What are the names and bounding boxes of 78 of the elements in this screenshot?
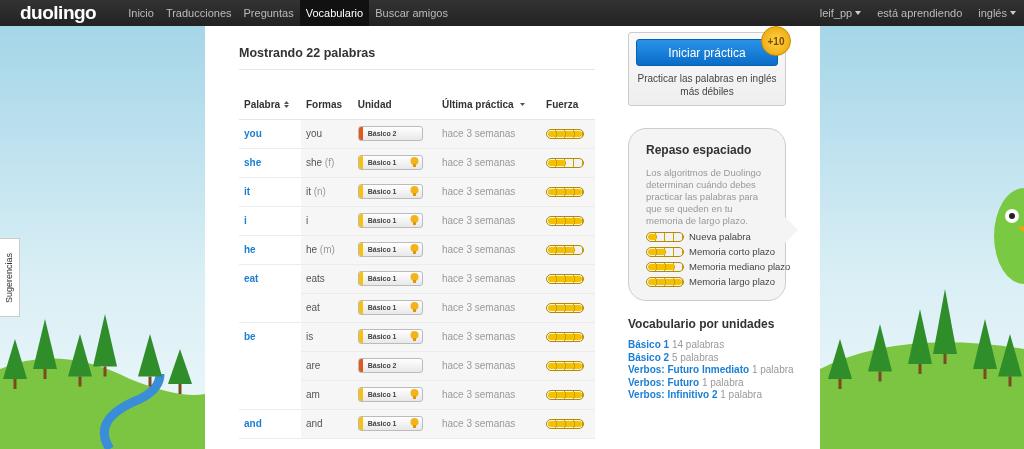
trophy-icon <box>409 156 419 168</box>
legend-label: Nueva palabra <box>689 231 751 242</box>
trophy-icon <box>409 388 419 400</box>
language-menu[interactable]: inglés <box>970 0 1024 26</box>
sort-descending-icon[interactable] <box>519 102 525 106</box>
word-form: eats <box>305 273 325 284</box>
trophy-icon <box>409 214 419 226</box>
column-header[interactable]: Fuerza <box>546 98 579 110</box>
word-link[interactable]: i <box>244 214 247 226</box>
unit-link[interactable]: Verbos: Futuro <box>628 376 700 388</box>
word-form: eat <box>305 302 320 313</box>
word-form: am <box>305 389 320 400</box>
legend-label: Memoria corto plazo <box>689 246 776 257</box>
word-link[interactable]: be <box>244 330 256 342</box>
word-form: she (f) <box>305 157 335 168</box>
logo[interactable]: duolingo <box>0 0 123 26</box>
caret-icon <box>1010 11 1016 15</box>
unit-link[interactable]: Básico 1 <box>628 339 670 350</box>
word-form: i <box>305 215 309 226</box>
review-text: Los algoritmos de Duolingo determinan cuándo debes practicar las palabras para que se queden en tu memoria de largo plazo. <box>646 167 763 227</box>
unit-link[interactable]: Verbos: Futuro Inmediato <box>628 364 750 375</box>
last-practice: hace 3 semanas <box>441 244 516 255</box>
word-form: you <box>305 128 323 139</box>
last-practice: hace 3 semanas <box>441 302 516 313</box>
nav-link[interactable]: Buscar amigos <box>369 0 454 26</box>
last-practice: hace 3 semanas <box>441 215 516 226</box>
trophy-icon <box>409 185 419 197</box>
trophy-icon <box>409 243 419 255</box>
word-link[interactable]: she <box>244 156 262 168</box>
trophy-icon <box>409 272 419 284</box>
last-practice: hace 3 semanas <box>441 389 516 400</box>
column-header[interactable]: Unidad <box>357 98 392 110</box>
nav-link[interactable]: Inicio <box>122 0 160 26</box>
caret-icon <box>855 11 862 15</box>
word-form: and <box>305 418 323 429</box>
last-practice: hace 3 semanas <box>441 128 516 139</box>
legend-label: Memoria largo plazo <box>689 276 776 287</box>
sort-icon[interactable] <box>284 100 290 108</box>
legend-label: Memoria mediano plazo <box>689 261 791 272</box>
bonus-badge: +10 <box>761 26 791 56</box>
word-count: 1 palabra <box>751 364 794 375</box>
word-link[interactable]: eat <box>244 272 259 284</box>
last-practice: hace 3 semanas <box>441 331 516 342</box>
last-practice: hace 3 semanas <box>441 186 516 197</box>
word-link[interactable]: it <box>244 185 251 197</box>
word-form: is <box>305 331 314 342</box>
word-form: are <box>305 360 321 371</box>
column-header[interactable]: Formas <box>305 98 343 110</box>
word-count: 1 palabra <box>701 376 744 388</box>
practice-caption: Practicar las palabras en inglés más débiles <box>636 72 778 98</box>
suggestions-tab[interactable]: Sugerencias <box>0 238 20 317</box>
word-link[interactable]: he <box>244 243 256 255</box>
results-heading: Mostrando 22 palabras <box>239 46 595 70</box>
units-title: Vocabulario por unidades <box>628 317 776 331</box>
trophy-icon <box>409 330 419 342</box>
learning-label: está aprendiendo <box>876 6 964 21</box>
column-header[interactable]: Última práctica <box>441 98 525 110</box>
unit-link[interactable]: Verbos: Infinitivo 2 <box>628 389 718 400</box>
word-form: he (m) <box>305 244 335 255</box>
word-link[interactable]: and <box>244 417 262 429</box>
last-practice: hace 3 semanas <box>441 360 516 371</box>
nav-link[interactable]: Traducciones <box>159 0 238 26</box>
word-count: 14 palabras <box>671 339 725 350</box>
user-menu[interactable]: leif_pp <box>811 0 870 26</box>
review-title: Repaso espaciado <box>646 143 753 157</box>
last-practice: hace 3 semanas <box>441 157 516 168</box>
nav-link[interactable]: Vocabulario <box>299 0 370 26</box>
trophy-icon <box>409 301 419 313</box>
nav-link[interactable]: Preguntas <box>237 0 300 26</box>
last-practice: hace 3 semanas <box>441 273 516 284</box>
word-link[interactable]: you <box>244 127 262 139</box>
trophy-icon <box>409 417 419 429</box>
word-form: it (n) <box>305 186 326 197</box>
last-practice: hace 3 semanas <box>441 418 516 429</box>
unit-link[interactable]: Básico 2 <box>628 351 670 363</box>
word-count: 1 palabra <box>720 389 762 400</box>
word-count: 5 palabras <box>671 351 719 363</box>
column-header[interactable]: Palabra <box>244 98 290 110</box>
